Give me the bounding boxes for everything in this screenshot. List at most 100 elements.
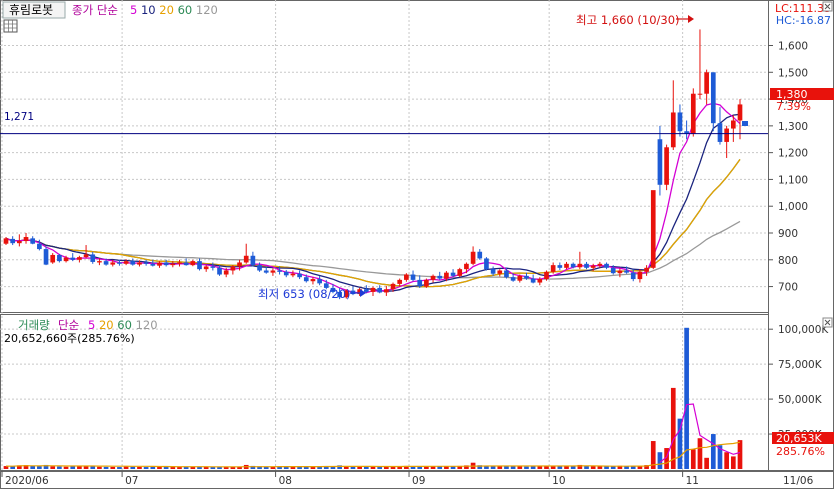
candle-body xyxy=(377,287,383,293)
candle-body xyxy=(210,266,216,268)
candle-body xyxy=(3,238,9,244)
volume-bar xyxy=(517,466,523,469)
candle-body xyxy=(597,263,603,266)
candle-body xyxy=(217,267,222,275)
candle-body xyxy=(43,249,49,265)
candle-body xyxy=(404,274,409,280)
candle-body xyxy=(697,93,703,95)
candle-body xyxy=(397,279,403,284)
candle-body xyxy=(63,257,69,262)
volume-bar xyxy=(490,466,496,469)
candle-body xyxy=(110,262,116,265)
candle-body xyxy=(223,270,229,275)
candle-body xyxy=(444,272,449,279)
volume-tick-label: 75,000K xyxy=(778,359,823,371)
volume-bar xyxy=(584,466,589,469)
volume-bar xyxy=(497,466,503,469)
candle-body xyxy=(484,258,489,270)
candle-body xyxy=(510,277,516,281)
candle-body xyxy=(310,279,316,282)
volume-bar xyxy=(163,466,169,469)
last-price-marker xyxy=(742,121,748,126)
candle-body xyxy=(504,270,509,278)
volume-bar xyxy=(70,466,76,469)
candle-body xyxy=(283,271,289,276)
x-tick-label: 10 xyxy=(552,475,565,487)
volume-bar xyxy=(524,466,529,469)
candle-body xyxy=(23,237,29,242)
candle-body xyxy=(70,257,76,260)
volume-ma-periods: 5 20 60 120 xyxy=(88,318,158,332)
volume-bar xyxy=(57,466,62,469)
stock-name[interactable]: 휴림로봇 xyxy=(9,3,53,17)
candle-body xyxy=(717,123,723,142)
candle-body xyxy=(704,72,709,94)
candle-body xyxy=(370,287,376,292)
volume-current: 20,652,660주(285.76%) xyxy=(4,332,135,345)
candle-body xyxy=(163,262,169,266)
volume-bar xyxy=(103,466,109,469)
volume-bar xyxy=(50,466,56,469)
volume-bar xyxy=(90,466,96,469)
volume-bar xyxy=(537,466,543,469)
volume-bar xyxy=(710,434,716,469)
candle-body xyxy=(137,262,142,265)
candle-body xyxy=(644,267,649,272)
candle-body xyxy=(83,254,89,258)
candle-body xyxy=(363,289,369,292)
volume-bar xyxy=(690,449,696,469)
candle-body xyxy=(290,273,296,276)
stock-chart: 7008009001,0001,1001,2001,3001,4001,5001… xyxy=(0,0,834,489)
candle-body xyxy=(590,265,596,268)
volume-bar xyxy=(117,467,122,469)
candle-body xyxy=(123,261,129,264)
low-annotation: 최저 653 (08/20) xyxy=(258,287,351,301)
price-tick-label: 1,000 xyxy=(778,201,808,213)
candle-body xyxy=(450,272,456,276)
x-tick-label: 08 xyxy=(279,475,292,487)
candle-body xyxy=(143,262,149,264)
volume-bar xyxy=(170,467,176,469)
candle-body xyxy=(384,289,389,293)
volume-bar xyxy=(530,466,536,469)
candle-body xyxy=(37,243,42,250)
reference-line-label: 1,271 xyxy=(4,111,34,123)
hc-label: HC:-16.87 xyxy=(776,14,831,27)
candle-body xyxy=(150,263,156,266)
candle-body xyxy=(530,278,536,283)
candle-body xyxy=(457,269,463,276)
price-tick-label: 900 xyxy=(778,228,798,240)
ma-period-60: 60 xyxy=(174,3,192,17)
candle-body xyxy=(630,272,636,280)
candle-body xyxy=(730,120,736,129)
candle-body xyxy=(584,263,589,268)
volume-bar xyxy=(590,466,596,469)
candle-body xyxy=(230,266,236,271)
candle-body xyxy=(157,262,162,266)
candle-body xyxy=(117,262,122,264)
candle-body xyxy=(517,275,523,281)
volume-bar xyxy=(130,466,136,469)
volume-bar xyxy=(110,466,116,469)
candle-body xyxy=(664,147,669,185)
candle-body xyxy=(390,283,396,290)
table-icon[interactable] xyxy=(3,19,18,33)
candle-body xyxy=(170,263,176,266)
ma-period-120: 120 xyxy=(192,3,218,17)
candle-body xyxy=(103,261,109,265)
volume-bar xyxy=(544,466,549,469)
price-tick-label: 1,500 xyxy=(778,67,808,79)
volume-bar xyxy=(510,466,516,469)
candle-body xyxy=(90,254,96,262)
candle-body xyxy=(97,261,102,263)
volume-ma-period-60: 60 xyxy=(114,318,132,332)
candle-body xyxy=(277,270,282,272)
x-tick-label: 11/06 xyxy=(783,475,814,487)
volume-bar xyxy=(150,466,156,469)
candle-body xyxy=(610,267,616,274)
candle-body xyxy=(604,263,609,268)
volume-bar xyxy=(504,466,509,469)
candle-body xyxy=(190,261,196,266)
ma-period-5: 5 xyxy=(130,3,137,17)
x-tick-label: 09 xyxy=(412,475,425,487)
